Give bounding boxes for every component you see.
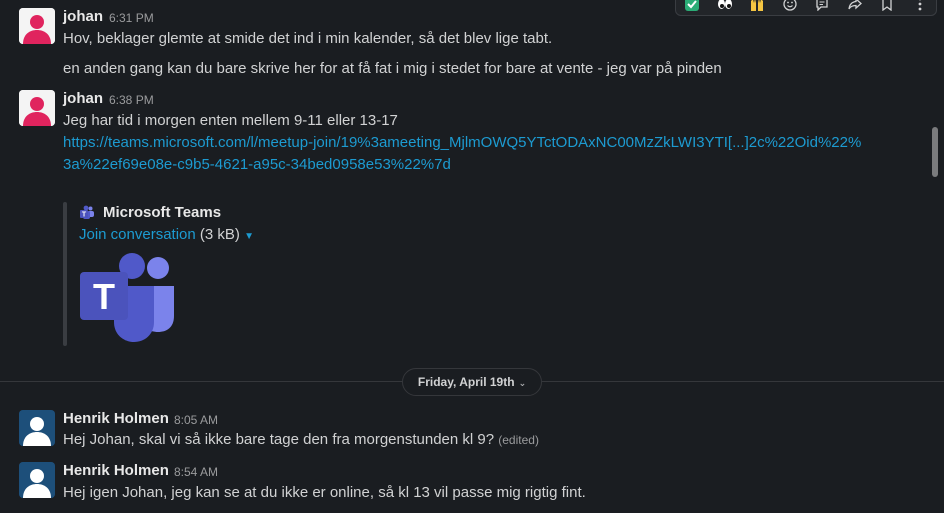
message-author[interactable]: Henrik Holmen: [63, 462, 169, 479]
attachment-bar: [63, 202, 67, 346]
bookmark-icon[interactable]: [877, 0, 897, 11]
eyes-icon[interactable]: [715, 0, 735, 11]
reply-in-thread-icon[interactable]: [812, 0, 832, 11]
message-actions-toolbar: [675, 0, 937, 16]
teams-meeting-link[interactable]: https://teams.microsoft.com/l/meetup-joi…: [63, 132, 863, 176]
message-author[interactable]: Henrik Holmen: [63, 410, 169, 427]
message-text: Jeg har tid i morgen enten mellem 9-11 e…: [63, 112, 398, 129]
join-conversation-link[interactable]: Join conversation: [79, 226, 196, 243]
date-divider[interactable]: Friday, April 19th ⌄: [402, 368, 542, 396]
microsoft-teams-logo[interactable]: T: [78, 252, 178, 344]
more-icon[interactable]: [910, 0, 930, 11]
chevron-down-icon: ⌄: [518, 378, 527, 388]
microsoft-teams-icon: T: [79, 205, 95, 221]
check-mark-icon[interactable]: [682, 0, 702, 11]
message-text: Hej Johan, skal vi så ikke bare tage den…: [63, 431, 495, 448]
avatar[interactable]: [19, 8, 55, 44]
message-text: Hov, beklager glemte at smide det ind i …: [63, 30, 553, 47]
edited-label: (edited): [498, 433, 539, 447]
svg-text:T: T: [82, 212, 87, 219]
message-text: en anden gang kan du bare skrive her for…: [63, 60, 722, 77]
avatar[interactable]: [19, 90, 55, 126]
message-author[interactable]: johan: [63, 8, 103, 25]
message-timestamp[interactable]: 6:31 PM: [109, 11, 154, 25]
message-author[interactable]: johan: [63, 90, 103, 107]
attachment-title: Microsoft Teams: [103, 204, 222, 221]
join-conversation-link-row[interactable]: Join conversation (3 kB) ▼: [79, 226, 254, 243]
message-text: Hej igen Johan, jeg kan se at du ikke er…: [63, 484, 586, 501]
add-reaction-icon[interactable]: [780, 0, 800, 11]
share-icon[interactable]: [845, 0, 865, 11]
caret-down-icon[interactable]: ▼: [244, 231, 254, 242]
avatar[interactable]: [19, 410, 55, 446]
message-text-row: Hej Johan, skal vi så ikke bare tage den…: [63, 431, 539, 448]
avatar[interactable]: [19, 462, 55, 498]
attachment-size: (3 kB): [199, 226, 240, 243]
message-timestamp[interactable]: 8:54 AM: [174, 465, 218, 479]
scrollbar-thumb[interactable]: [932, 127, 938, 177]
date-divider-label: Friday, April 19th: [417, 375, 515, 389]
svg-text:T: T: [93, 276, 115, 317]
raised-hands-icon[interactable]: [747, 0, 767, 11]
message-timestamp[interactable]: 6:38 PM: [109, 93, 154, 107]
message-timestamp[interactable]: 8:05 AM: [174, 413, 218, 427]
